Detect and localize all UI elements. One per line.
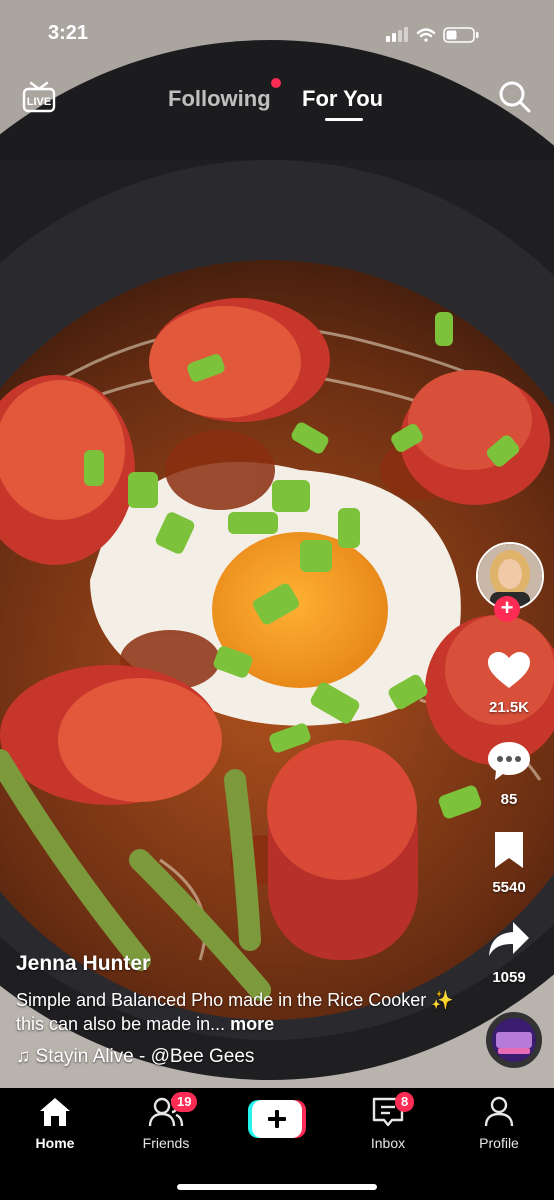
- tab-following[interactable]: Following: [168, 86, 271, 112]
- heart-icon: [488, 652, 530, 688]
- music-label[interactable]: ♫ Stayin Alive - @Bee Gees: [16, 1046, 456, 1068]
- share-button[interactable]: 1059: [474, 920, 544, 986]
- nav-inbox-label: Inbox: [370, 1135, 406, 1151]
- search-icon[interactable]: [498, 80, 532, 119]
- video-frame[interactable]: [0, 0, 554, 1088]
- status-icons: [386, 26, 486, 49]
- signal-icon: [386, 27, 408, 42]
- bookmark-icon: [495, 832, 523, 868]
- top-nav: LIVE Following For You: [0, 78, 554, 128]
- friends-badge: 19: [171, 1092, 198, 1112]
- video-caption: Jenna Hunter Simple and Balanced Pho mad…: [16, 952, 456, 1068]
- like-count: 21.5K: [488, 699, 530, 716]
- nav-profile-label: Profile: [479, 1135, 519, 1151]
- svg-text:LIVE: LIVE: [27, 96, 51, 108]
- save-count: 5540: [492, 879, 526, 896]
- status-time: 3:21: [48, 22, 89, 44]
- share-arrow-icon: [489, 922, 529, 956]
- comment-icon: [488, 742, 530, 780]
- comment-button[interactable]: 85: [474, 740, 544, 808]
- nav-home[interactable]: Home: [10, 1096, 100, 1151]
- home-icon: [40, 1098, 70, 1126]
- profile-icon: [484, 1096, 514, 1127]
- wifi-icon: [416, 28, 436, 42]
- comment-count: 85: [500, 791, 518, 808]
- follow-button[interactable]: +: [494, 596, 520, 622]
- active-tab-indicator: [325, 118, 363, 121]
- tab-for-you[interactable]: For You: [302, 86, 383, 112]
- nav-friends[interactable]: 19 Friends: [121, 1092, 211, 1151]
- live-icon[interactable]: LIVE: [22, 80, 56, 119]
- battery-icon: [443, 27, 479, 43]
- status-bar: 3:21: [0, 0, 554, 66]
- following-notification-dot: [271, 78, 281, 88]
- video-description[interactable]: Simple and Balanced Pho made in the Rice…: [16, 988, 456, 1036]
- more-link[interactable]: more: [230, 1014, 274, 1034]
- nav-inbox[interactable]: 8 Inbox: [343, 1092, 433, 1151]
- nav-home-label: Home: [35, 1135, 75, 1151]
- inbox-badge: 8: [395, 1092, 415, 1112]
- author-name[interactable]: Jenna Hunter: [16, 952, 456, 976]
- home-indicator: [177, 1184, 377, 1190]
- music-disc-icon[interactable]: [486, 1012, 542, 1068]
- nav-friends-label: Friends: [142, 1135, 190, 1151]
- plus-icon: [248, 1100, 306, 1138]
- like-button[interactable]: 21.5K: [474, 650, 544, 716]
- create-button[interactable]: [248, 1100, 306, 1138]
- nav-profile[interactable]: Profile: [454, 1096, 544, 1151]
- save-button[interactable]: 5540: [474, 830, 544, 896]
- share-count: 1059: [492, 969, 526, 986]
